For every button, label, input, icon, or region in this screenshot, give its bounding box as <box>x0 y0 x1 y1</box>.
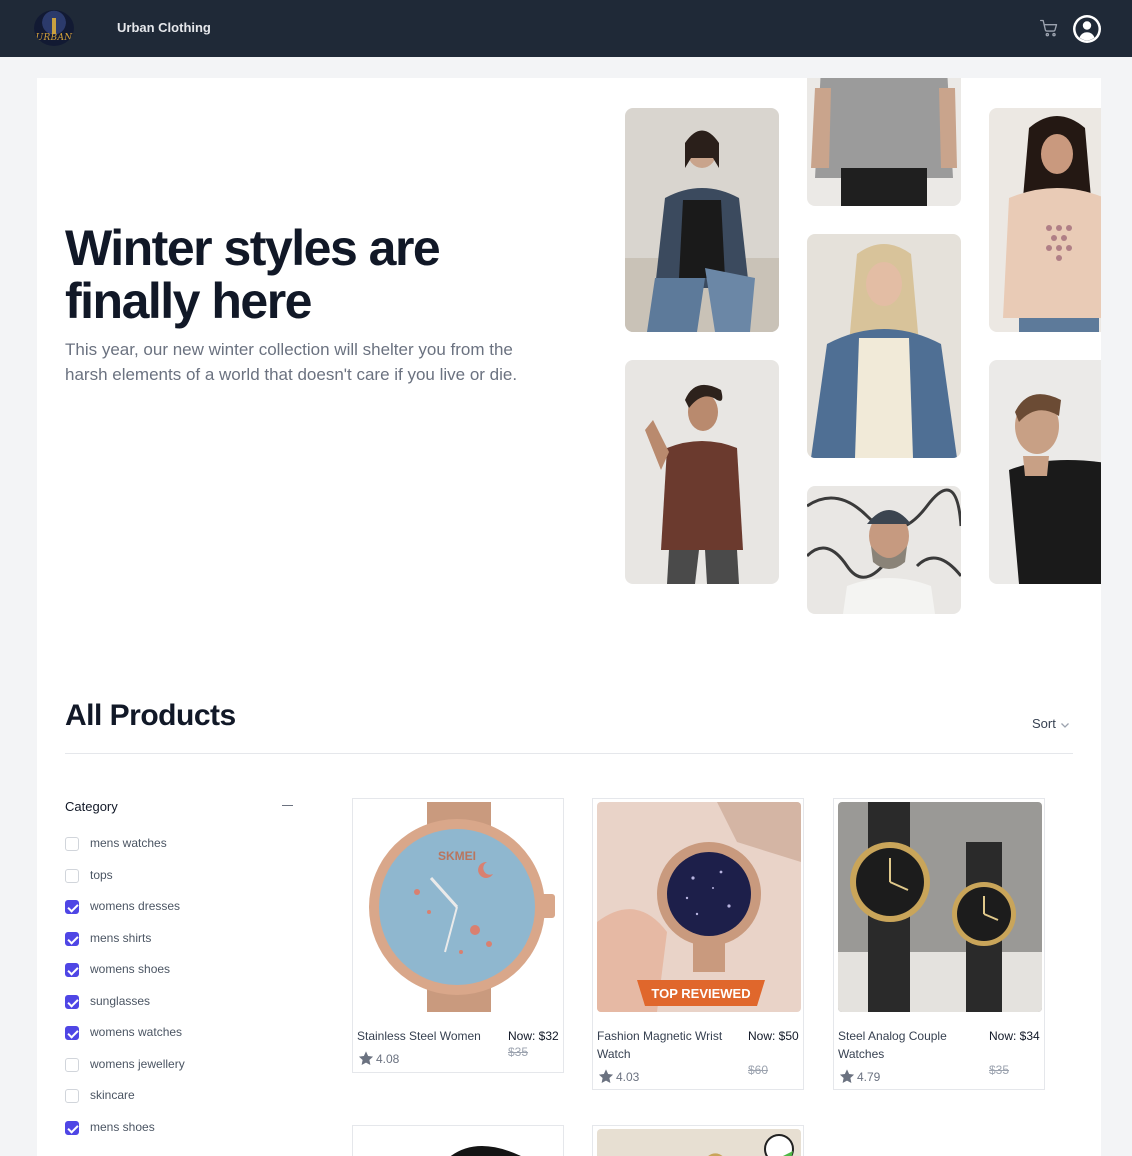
category-option-label: mens shirts <box>90 930 152 945</box>
hero-photo-woman-pink-tee <box>989 108 1101 332</box>
hero-subtitle: This year, our new winter collection wil… <box>65 340 518 384</box>
all-products-heading: All Products <box>65 699 236 732</box>
product-card[interactable]: Steel Analog Couple Watches Now: $34 $35… <box>833 798 1045 1090</box>
category-option-label: sunglasses <box>90 993 151 1008</box>
hero-photo-man-brown-tee <box>625 360 779 584</box>
category-option-label: tops <box>90 867 113 882</box>
category-option[interactable]: womens dresses <box>65 899 185 931</box>
product-rating-value: 4.79 <box>857 1069 881 1084</box>
sort-label: Sort <box>1032 716 1056 731</box>
section-divider <box>65 753 1073 754</box>
product-image-starry-watch[interactable]: TOP REVIEWED <box>597 802 801 1012</box>
brand-name[interactable]: Urban Clothing <box>117 20 211 35</box>
category-filter-heading: Category <box>65 799 118 814</box>
star-icon <box>358 1051 374 1066</box>
product-rating: 4.79 <box>838 1068 880 1085</box>
product-name: Stainless Steel Women <box>357 1029 481 1043</box>
product-original-price: $35 <box>508 1045 529 1059</box>
product-rating: 4.08 <box>357 1050 399 1067</box>
product-rating: 4.03 <box>597 1068 639 1085</box>
hero-photo-man-beanie <box>807 486 961 614</box>
category-option[interactable]: mens shoes <box>65 1120 185 1152</box>
category-option-label: womens jewellery <box>90 1056 185 1071</box>
category-option-label: mens watches <box>90 836 167 850</box>
category-checkbox[interactable] <box>65 1026 79 1040</box>
category-option-label: skincare <box>90 1088 135 1102</box>
product-card[interactable]: SKMEI Stainless Steel Women Now: $32 $35… <box>352 798 564 1073</box>
category-option-label: mens shoes <box>90 1119 155 1134</box>
category-option[interactable]: mens watches <box>65 836 185 868</box>
product-original-price: $60 <box>748 1063 769 1077</box>
category-checkbox[interactable] <box>65 900 79 914</box>
top-navbar: URBAN Urban Clothing <box>0 0 1132 57</box>
category-option[interactable]: skincare <box>65 1088 185 1120</box>
product-image-partial[interactable] <box>357 1129 561 1156</box>
star-icon <box>598 1069 614 1084</box>
category-option[interactable]: sunglasses <box>65 994 185 1026</box>
product-rating-value: 4.08 <box>376 1051 400 1066</box>
category-option[interactable]: tops <box>65 868 185 900</box>
hero-photo-grey-tee <box>807 78 961 206</box>
category-option[interactable]: womens jewellery <box>65 1057 185 1089</box>
category-checkbox[interactable] <box>65 868 79 883</box>
star-icon <box>839 1069 855 1084</box>
category-option-label: womens shoes <box>90 962 171 976</box>
product-current-price: Now: $50 <box>748 1029 799 1043</box>
hero-photo-man-black-tee <box>989 360 1101 584</box>
category-option[interactable]: mens shirts <box>65 931 185 963</box>
hero-photo-woman-blonde-denim <box>807 234 961 458</box>
hero-title: Winter styles are finally here <box>65 220 441 329</box>
product-name: Fashion Magnetic Wrist Watch <box>597 1029 723 1061</box>
logo-tower-shape <box>52 18 56 34</box>
logo-text: URBAN <box>35 33 73 43</box>
product-card[interactable] <box>352 1125 564 1156</box>
svg-text:SKMEI: SKMEI <box>438 849 476 863</box>
product-current-price: Now: $34 <box>989 1029 1040 1043</box>
category-filter-list: mens watches tops womens dresses mens sh… <box>65 836 185 1151</box>
product-name: Steel Analog Couple Watches <box>838 1029 947 1061</box>
category-checkbox[interactable] <box>65 837 79 851</box>
cart-icon[interactable] <box>1039 18 1059 38</box>
hero-photo-woman-denim-jacket <box>625 108 779 332</box>
category-checkbox[interactable] <box>65 1089 79 1103</box>
category-checkbox[interactable] <box>65 931 79 946</box>
product-original-price: $35 <box>989 1063 1010 1077</box>
collapse-minus-icon[interactable] <box>281 798 295 812</box>
category-checkbox[interactable] <box>65 1120 79 1135</box>
sort-dropdown[interactable]: Sort <box>1032 716 1070 731</box>
product-current-price: Now: $32 <box>508 1029 559 1043</box>
category-checkbox[interactable] <box>65 963 79 977</box>
brand-logo[interactable]: URBAN <box>34 10 74 46</box>
product-image-couple-watches[interactable] <box>838 802 1042 1012</box>
user-icon[interactable] <box>1072 14 1102 44</box>
chevron-down-icon <box>1060 722 1069 728</box>
product-image-partial[interactable] <box>597 1129 801 1156</box>
category-checkbox[interactable] <box>65 1057 79 1072</box>
category-option[interactable]: womens shoes <box>65 962 185 994</box>
category-option-label: womens dresses <box>90 899 181 913</box>
top-reviewed-badge: TOP REVIEWED <box>651 986 750 1001</box>
category-option[interactable]: womens watches <box>65 1025 185 1057</box>
product-rating-value: 4.03 <box>616 1069 640 1084</box>
category-option-label: womens watches <box>90 1025 183 1039</box>
product-card[interactable]: TOP REVIEWED Fashion Magnetic Wrist Watc… <box>592 798 804 1090</box>
product-card[interactable] <box>592 1125 804 1156</box>
main-panel: Winter styles are finally here This year… <box>37 78 1101 1156</box>
product-image-rose-gold-watch[interactable]: SKMEI <box>357 802 561 1012</box>
category-checkbox[interactable] <box>65 994 79 1009</box>
